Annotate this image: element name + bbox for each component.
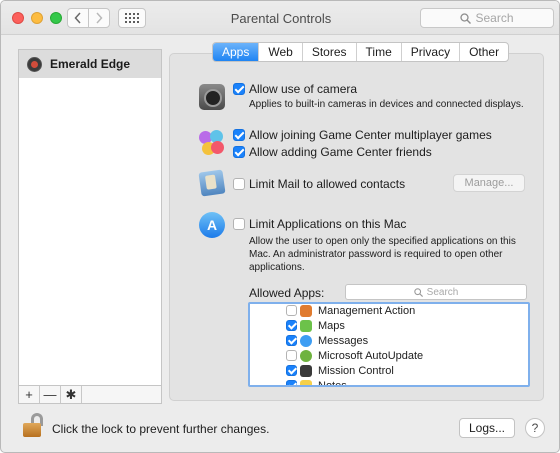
- limit-applications-description-line-3: applications.: [249, 262, 305, 273]
- game-center-friends-label: Allow adding Game Center friends: [249, 145, 432, 159]
- search-placeholder: Search: [475, 11, 514, 25]
- minimize-window-button[interactable]: [31, 12, 43, 24]
- search-icon: [460, 12, 472, 24]
- limit-applications-checkbox[interactable]: [233, 218, 245, 230]
- list-item[interactable]: Maps: [250, 319, 528, 334]
- tab-time[interactable]: Time: [357, 43, 402, 61]
- app-name: Microsoft AutoUpdate: [318, 350, 424, 362]
- app-checkbox[interactable]: [286, 365, 297, 376]
- window-title: Parental Controls: [230, 11, 332, 26]
- app-checkbox[interactable]: [286, 350, 297, 361]
- parental-controls-window: Parental Controls Search Emerald Edge + …: [0, 0, 560, 453]
- app-checkbox[interactable]: [286, 320, 297, 331]
- help-button[interactable]: ?: [525, 418, 545, 438]
- game-center-friends-checkbox[interactable]: [233, 146, 245, 158]
- notes-icon: [300, 380, 312, 385]
- list-item[interactable]: Mission Control: [250, 364, 528, 379]
- game-center-icon: [199, 130, 225, 156]
- user-avatar: [27, 56, 42, 72]
- app-name: Notes: [318, 380, 347, 387]
- title-bar: Parental Controls Search: [1, 1, 559, 35]
- user-row-emerald-edge[interactable]: Emerald Edge: [19, 50, 161, 78]
- tab-privacy[interactable]: Privacy: [402, 43, 461, 61]
- limit-applications-label: Limit Applications on this Mac: [249, 217, 407, 231]
- maps-icon: [300, 320, 312, 332]
- list-item[interactable]: Messages: [250, 334, 528, 349]
- chevron-left-icon: [74, 12, 81, 24]
- messages-icon: [300, 335, 312, 347]
- chevron-right-icon: [96, 12, 103, 24]
- app-checkbox[interactable]: [286, 335, 297, 346]
- zoom-window-button[interactable]: [50, 12, 62, 24]
- grid-icon: [125, 13, 139, 23]
- tab-apps[interactable]: Apps: [213, 43, 260, 61]
- add-user-button[interactable]: +: [19, 386, 40, 403]
- allowed-apps-label: Allowed Apps:: [249, 286, 325, 300]
- tab-bar: Apps Web Stores Time Privacy Other: [212, 42, 510, 62]
- user-list[interactable]: Emerald Edge: [18, 49, 162, 386]
- camera-option-description: Applies to built-in cameras in devices a…: [249, 99, 524, 110]
- user-list-toolbar: + — ✱: [18, 386, 162, 404]
- game-center-multiplayer-checkbox[interactable]: [233, 129, 245, 141]
- search-field[interactable]: Search: [420, 8, 554, 28]
- app-name: Messages: [318, 335, 369, 347]
- game-center-multiplayer-label: Allow joining Game Center multiplayer ga…: [249, 128, 492, 142]
- manage-button[interactable]: Manage...: [453, 174, 525, 192]
- user-name: Emerald Edge: [50, 57, 131, 71]
- gear-icon[interactable]: ✱: [61, 386, 82, 403]
- remove-user-button[interactable]: —: [40, 386, 61, 403]
- allowed-apps-list[interactable]: Management Action Maps Messages Microsof…: [248, 302, 530, 387]
- app-store-icon: A: [199, 212, 225, 238]
- tab-stores[interactable]: Stores: [303, 43, 357, 61]
- show-all-button[interactable]: [118, 8, 146, 28]
- app-checkbox[interactable]: [286, 380, 297, 385]
- list-item[interactable]: Microsoft AutoUpdate: [250, 349, 528, 364]
- camera-option-label: Allow use of camera: [249, 82, 358, 96]
- allowed-apps-search-placeholder: Search: [426, 286, 459, 298]
- list-item[interactable]: Notes: [250, 379, 528, 387]
- logs-button[interactable]: Logs...: [459, 418, 515, 438]
- limit-applications-description-line-1: Allow the user to open only the specifie…: [249, 236, 516, 247]
- app-name: Management Action: [318, 305, 416, 317]
- limit-mail-checkbox[interactable]: [233, 178, 245, 190]
- lock-icon[interactable]: [23, 413, 43, 437]
- list-item[interactable]: Management Action: [250, 304, 528, 319]
- forward-button[interactable]: [88, 8, 110, 28]
- tab-web[interactable]: Web: [259, 43, 303, 61]
- limit-applications-description-line-2: Mac. An administrator password is requir…: [249, 249, 503, 260]
- lock-message: Click the lock to prevent further change…: [52, 422, 270, 436]
- tab-other[interactable]: Other: [460, 43, 508, 61]
- app-checkbox[interactable]: [286, 305, 297, 316]
- mail-contacts-icon: [198, 169, 226, 197]
- close-window-button[interactable]: [12, 12, 24, 24]
- mission-control-icon: [300, 365, 312, 377]
- allowed-apps-search-field[interactable]: Search: [345, 284, 527, 300]
- back-button[interactable]: [67, 8, 89, 28]
- limit-mail-label: Limit Mail to allowed contacts: [249, 177, 406, 191]
- app-name: Mission Control: [318, 365, 394, 377]
- camera-icon: [199, 84, 225, 110]
- microsoft-autoupdate-icon: [300, 350, 312, 362]
- search-icon: [413, 287, 423, 297]
- camera-checkbox[interactable]: [233, 83, 245, 95]
- app-name: Maps: [318, 320, 345, 332]
- management-action-icon: [300, 305, 312, 317]
